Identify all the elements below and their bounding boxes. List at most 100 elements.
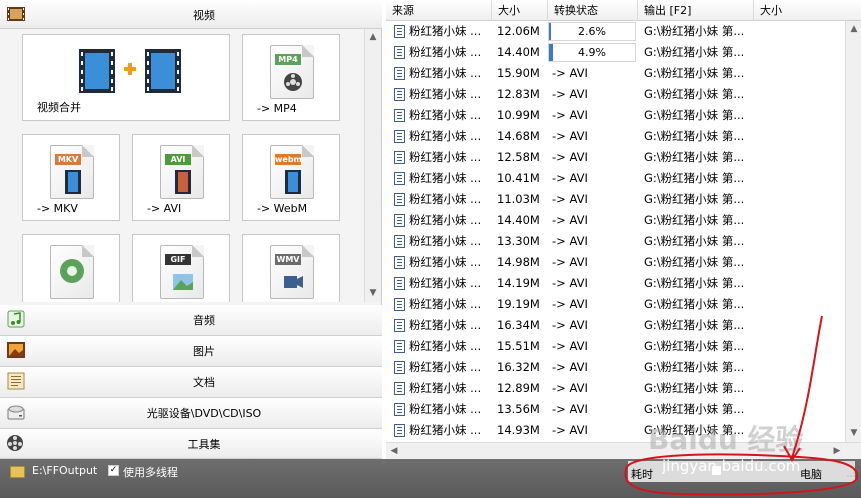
- table-row[interactable]: 粉红猪小妹 ... 15.90M -> AVI G:\粉红猪小妹 第...: [386, 63, 845, 84]
- row-source: 粉红猪小妹 ...: [409, 150, 482, 164]
- mp4-file-icon: MP4: [270, 45, 314, 99]
- tile-3gp[interactable]: [22, 234, 120, 302]
- table-row[interactable]: 粉红猪小妹 ... 10.41M -> AVI G:\粉红猪小妹 第...: [386, 168, 845, 189]
- video-file-icon: [394, 361, 405, 374]
- row-source: 粉红猪小妹 ...: [409, 234, 482, 248]
- avi-file-icon: AVI: [160, 145, 204, 199]
- task-list-panel: 来源 大小 转换状态 输出 [F2] 大小 粉红猪小妹 ... 12.06M 2.6…: [386, 0, 861, 459]
- tile-wmv[interactable]: WMV: [242, 234, 340, 302]
- resize-grip-icon[interactable]: [847, 469, 855, 477]
- tile-webm[interactable]: webm -> WebM: [242, 134, 340, 221]
- category-label: 光驱设备\DVD\CD\ISO: [146, 407, 262, 420]
- table-row[interactable]: 粉红猪小妹 ... 12.89M -> AVI G:\粉红猪小妹 第...: [386, 378, 845, 399]
- category-picture[interactable]: 图片: [0, 336, 382, 367]
- category-label: 音频: [193, 314, 215, 327]
- row-size: 12.89M: [497, 381, 540, 395]
- wmv-file-icon: WMV: [270, 245, 314, 299]
- category-tools[interactable]: 工具集: [0, 429, 382, 459]
- tile-label: -> MKV: [37, 202, 78, 215]
- row-source: 粉红猪小妹 ...: [409, 213, 482, 227]
- category-disc[interactable]: 光驱设备\DVD\CD\ISO: [0, 398, 382, 429]
- tile-avi[interactable]: AVI -> AVI: [132, 134, 230, 221]
- tile-label: -> MP4: [257, 102, 297, 115]
- table-row[interactable]: 粉红猪小妹 ... 14.98M -> AVI G:\粉红猪小妹 第...: [386, 252, 845, 273]
- column-status[interactable]: 转换状态: [548, 0, 638, 21]
- row-status: -> AVI: [552, 150, 588, 164]
- table-row[interactable]: 粉红猪小妹 ... 16.34M -> AVI G:\粉红猪小妹 第...: [386, 315, 845, 336]
- row-output: G:\粉红猪小妹 第...: [644, 402, 745, 416]
- tile-mkv[interactable]: MKV -> MKV: [22, 134, 120, 221]
- right-scrollbar[interactable]: ▲ ▼: [845, 21, 861, 442]
- table-row[interactable]: 粉红猪小妹 ... 16.32M -> AVI G:\粉红猪小妹 第...: [386, 357, 845, 378]
- watermark-logo: Baidu 经验: [648, 423, 804, 456]
- row-source: 粉红猪小妹 ...: [409, 171, 482, 185]
- 3gp-file-icon: [50, 245, 94, 299]
- table-row[interactable]: 粉红猪小妹 ... 14.40M 4.9% G:\粉红猪小妹 第...: [386, 42, 845, 63]
- category-document[interactable]: 文档: [0, 367, 382, 398]
- video-file-icon: [394, 88, 405, 101]
- row-status: -> AVI: [552, 360, 588, 374]
- row-size: 15.51M: [497, 339, 540, 353]
- shutdown-computer-label[interactable]: 电脑: [800, 466, 822, 482]
- column-source[interactable]: 来源: [386, 0, 492, 21]
- scroll-down-icon[interactable]: ▼: [365, 285, 381, 302]
- scroll-right-icon[interactable]: ▶: [829, 443, 845, 460]
- progress-bar: 2.6%: [548, 22, 636, 41]
- row-size: 16.34M: [497, 318, 540, 332]
- film-icon: [7, 7, 25, 21]
- scroll-up-icon[interactable]: ▲: [365, 29, 381, 46]
- table-row[interactable]: 粉红猪小妹 ... 14.19M -> AVI G:\粉红猪小妹 第...: [386, 273, 845, 294]
- category-label: 图片: [193, 345, 215, 358]
- row-status: -> AVI: [552, 297, 588, 311]
- row-source: 粉红猪小妹 ...: [409, 24, 482, 38]
- row-source: 粉红猪小妹 ...: [409, 318, 482, 332]
- table-row[interactable]: 粉红猪小妹 ... 12.83M -> AVI G:\粉红猪小妹 第...: [386, 84, 845, 105]
- row-source: 粉红猪小妹 ...: [409, 108, 482, 122]
- film-reel-icon: [7, 435, 23, 451]
- table-row[interactable]: 粉红猪小妹 ... 19.19M -> AVI G:\粉红猪小妹 第...: [386, 294, 845, 315]
- row-size: 12.83M: [497, 87, 540, 101]
- row-output: G:\粉红猪小妹 第...: [644, 339, 745, 353]
- column-output-size[interactable]: 大小: [754, 0, 861, 21]
- folder-icon[interactable]: [10, 466, 25, 478]
- row-size: 14.40M: [497, 45, 540, 59]
- row-output: G:\粉红猪小妹 第...: [644, 381, 745, 395]
- row-size: 14.93M: [497, 423, 540, 437]
- table-row[interactable]: 粉红猪小妹 ... 12.58M -> AVI G:\粉红猪小妹 第...: [386, 147, 845, 168]
- category-video[interactable]: 视频: [0, 0, 382, 29]
- video-file-icon: [394, 235, 405, 248]
- column-output[interactable]: 输出 [F2]: [638, 0, 754, 21]
- table-row[interactable]: 粉红猪小妹 ... 13.30M -> AVI G:\粉红猪小妹 第...: [386, 231, 845, 252]
- row-status: -> AVI: [552, 423, 588, 437]
- picture-icon: [7, 342, 25, 358]
- table-row[interactable]: 粉红猪小妹 ... 11.03M -> AVI G:\粉红猪小妹 第...: [386, 189, 845, 210]
- disc-drive-icon: [7, 405, 25, 420]
- column-size[interactable]: 大小: [492, 0, 548, 21]
- category-audio[interactable]: 音频: [0, 305, 382, 336]
- music-note-icon: [7, 310, 25, 328]
- row-status: 2.6%: [578, 25, 606, 38]
- scroll-up-icon[interactable]: ▲: [846, 21, 861, 38]
- table-row[interactable]: 粉红猪小妹 ... 12.06M 2.6% G:\粉红猪小妹 第...: [386, 21, 845, 42]
- table-row[interactable]: 粉红猪小妹 ... 14.40M -> AVI G:\粉红猪小妹 第...: [386, 210, 845, 231]
- row-output: G:\粉红猪小妹 第...: [644, 171, 745, 185]
- scroll-down-icon[interactable]: ▼: [846, 425, 861, 442]
- row-source: 粉红猪小妹 ...: [409, 87, 482, 101]
- scroll-left-icon[interactable]: ◀: [386, 443, 402, 460]
- table-row[interactable]: 粉红猪小妹 ... 13.56M -> AVI G:\粉红猪小妹 第...: [386, 399, 845, 420]
- table-row[interactable]: 粉红猪小妹 ... 10.99M -> AVI G:\粉红猪小妹 第...: [386, 105, 845, 126]
- left-scrollbar[interactable]: ▲ ▼: [364, 29, 381, 302]
- table-row[interactable]: 粉红猪小妹 ... 14.68M -> AVI G:\粉红猪小妹 第...: [386, 126, 845, 147]
- output-folder-path[interactable]: E:\FFOutput: [32, 464, 97, 477]
- video-file-icon: [394, 424, 405, 437]
- tile-gif[interactable]: GIF: [132, 234, 230, 302]
- video-file-icon: [394, 130, 405, 143]
- multithread-checkbox[interactable]: ✓: [108, 465, 119, 476]
- tile-video-merge[interactable]: 视频合并: [22, 34, 230, 121]
- row-status: -> AVI: [552, 255, 588, 269]
- task-list-header: 来源 大小 转换状态 输出 [F2] 大小: [386, 0, 861, 21]
- tile-mp4[interactable]: MP4 -> MP4: [242, 34, 340, 121]
- row-status: -> AVI: [552, 171, 588, 185]
- table-row[interactable]: 粉红猪小妹 ... 15.51M -> AVI G:\粉红猪小妹 第...: [386, 336, 845, 357]
- video-file-icon: [394, 382, 405, 395]
